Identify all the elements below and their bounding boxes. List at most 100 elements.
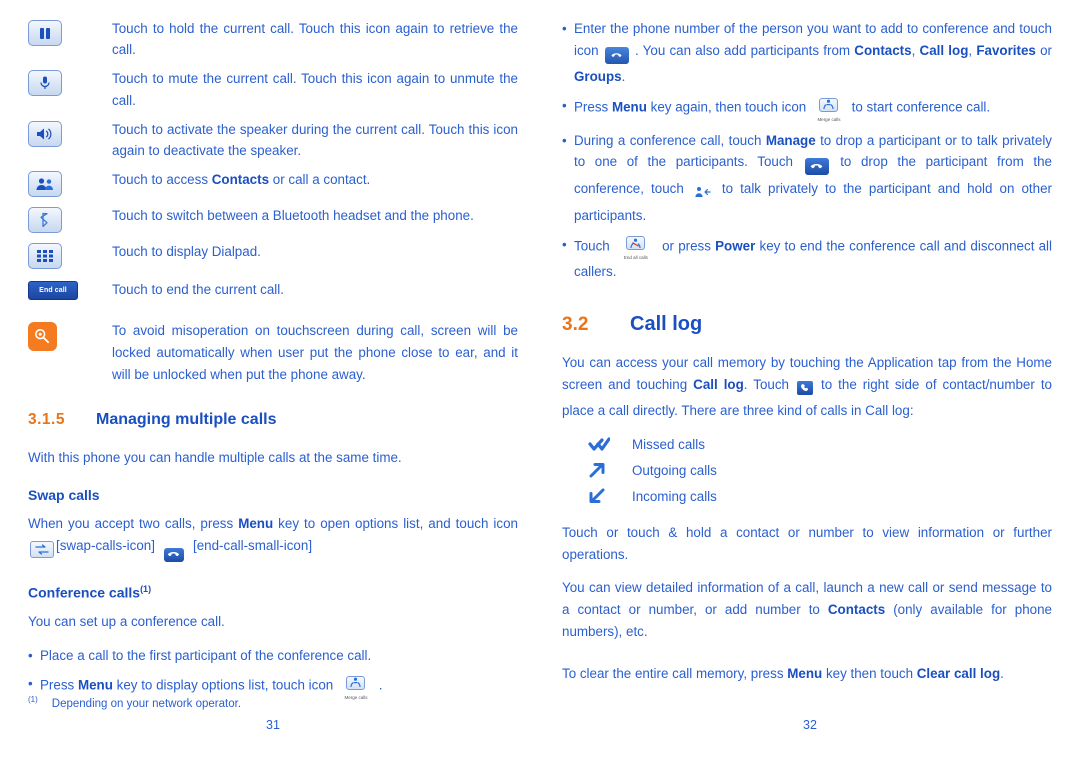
footnote-marker: (1) <box>140 584 152 595</box>
heading-3-1-5: 3.1.5 Managing multiple calls <box>28 411 518 429</box>
text-part-bold: Clear call log <box>916 665 1001 681</box>
icon-row: Touch to hold the current call. Touch th… <box>28 18 518 60</box>
text-part: key then touch <box>822 665 917 681</box>
icon-row-text: Touch to hold the current call. Touch th… <box>112 21 518 58</box>
icon-row: Touch to activate the speaker during the… <box>28 119 518 161</box>
text-part-bold: Contacts <box>211 172 270 188</box>
text-part: key again, then touch icon <box>646 99 810 115</box>
list-item: Press Menu key again, then touch icon Me… <box>562 95 1052 123</box>
legend-label: Outgoing calls <box>632 462 717 478</box>
text-part-bold: Call log <box>919 42 969 58</box>
text-part: , <box>911 42 920 58</box>
text-part-bold: Groups <box>574 69 622 85</box>
note-text: To avoid misoperation on touchscreen dur… <box>112 323 518 382</box>
icon-row: Touch to mute the current call. Touch th… <box>28 68 518 110</box>
conference-bullet-list: Place a call to the first participant of… <box>28 645 518 701</box>
contacts-icon <box>28 171 62 198</box>
heading-swap-calls: Swap calls <box>28 487 100 504</box>
text-part: . <box>621 69 626 85</box>
legend-row: Incoming calls <box>580 488 1052 504</box>
icon-row: End call Touch to end the current call. <box>28 279 518 301</box>
text-part: . Touch <box>743 376 795 392</box>
microphone-mute-icon <box>28 70 62 97</box>
bluetooth-icon <box>28 207 62 234</box>
text-part-bold: Menu <box>238 516 274 532</box>
end-call-small-icon <box>157 544 191 567</box>
icon-cell <box>28 18 112 46</box>
text-part: Touch <box>574 238 614 254</box>
heading-3-2: 3.2 Call log <box>562 313 1052 336</box>
end-call-button-label: End call <box>39 287 67 295</box>
manual-page: Touch to hold the current call. Touch th… <box>0 0 1080 767</box>
page-number-right: 32 <box>803 718 817 732</box>
icon-row-text: Touch to mute the current call. Touch th… <box>112 71 518 108</box>
icon-row-text: Touch to switch between a Bluetooth head… <box>112 208 474 224</box>
merge-calls-label: Merge calls <box>817 116 841 122</box>
text-part: [end-call-small-icon] <box>192 537 313 553</box>
call-type-legend: Missed calls Outgoing calls Incoming cal… <box>580 436 1052 504</box>
text-part: . You can also add participants from <box>630 42 855 58</box>
icon-cell <box>28 241 112 270</box>
text-part: [swap-calls-icon] <box>56 537 155 553</box>
icon-row-text: Touch to end the current call. <box>112 282 284 298</box>
icon-row-text: Touch to display Dialpad. <box>112 244 261 260</box>
footnote-marker: (1) <box>28 695 38 704</box>
dialpad-icon <box>28 243 62 270</box>
icon-cell <box>28 169 112 198</box>
legend-label: Incoming calls <box>632 488 717 504</box>
icon-row-text: Touch to activate the speaker during the… <box>112 121 518 158</box>
icon-row: Touch to switch between a Bluetooth head… <box>28 205 518 234</box>
text-part-bold: Favorites <box>976 42 1036 58</box>
text-part: Press <box>40 678 78 694</box>
text-part: Press <box>574 99 612 115</box>
swap-calls-icon <box>30 540 54 562</box>
end-call-button-icon: End call <box>28 281 78 301</box>
outgoing-call-icon <box>580 462 632 478</box>
icon-cell <box>28 320 112 352</box>
text-part: . <box>374 678 383 694</box>
legend-row: Missed calls <box>580 436 1052 452</box>
text-part-bold: Menu <box>77 678 113 694</box>
call-log-paragraph-3: You can view detailed information of a c… <box>562 577 1052 642</box>
heading-number: 3.2 <box>562 313 589 335</box>
call-icon <box>797 379 813 401</box>
missed-call-icon <box>580 436 632 452</box>
intro-paragraph: With this phone you can handle multiple … <box>28 450 402 466</box>
text-part: to start conference call. <box>847 99 991 115</box>
hangup-icon <box>804 156 829 178</box>
text-part: When you accept two calls, press <box>28 516 239 532</box>
footnote: (1) Depending on your network operator. <box>28 695 518 710</box>
text-part-bold: Manage <box>765 132 816 148</box>
heading-number: 3.1.5 <box>28 411 65 429</box>
speaker-icon <box>28 120 62 147</box>
private-talk-icon <box>693 183 713 205</box>
merge-calls-icon: Merge calls <box>812 95 846 123</box>
list-item: Enter the phone number of the person you… <box>562 18 1052 88</box>
add-call-icon <box>604 45 629 67</box>
text-part-bold: Call log <box>693 376 744 392</box>
footnote-text: Depending on your network operator. <box>51 697 242 710</box>
text-part: or press <box>657 238 716 254</box>
icon-cell <box>28 205 112 234</box>
conference-intro: You can set up a conference call. <box>28 614 225 630</box>
text-part-bold: Menu <box>787 665 823 681</box>
incoming-call-icon <box>580 488 632 504</box>
text-part-bold: Contacts <box>827 602 886 618</box>
text-part: or <box>1035 42 1052 58</box>
icon-cell <box>28 119 112 147</box>
heading-conference-calls-text: Conference calls <box>28 585 141 602</box>
text-part: or call a contact. <box>269 172 371 188</box>
icon-cell: End call <box>28 279 112 301</box>
note-block: To avoid misoperation on touchscreen dur… <box>28 320 518 385</box>
tip-bulb-icon <box>28 322 57 352</box>
text-part: . <box>1000 665 1004 681</box>
list-item: Place a call to the first participant of… <box>28 645 518 667</box>
text-part-bold: Contacts <box>854 42 912 58</box>
right-column: Enter the phone number of the person you… <box>562 18 1052 696</box>
call-log-paragraph-1: You can access your call memory by touch… <box>562 352 1052 422</box>
legend-row: Outgoing calls <box>580 462 1052 478</box>
text-part: During a conference call, touch <box>574 132 766 148</box>
text-part-bold: Power <box>715 238 756 254</box>
left-column: Touch to hold the current call. Touch th… <box>28 18 518 711</box>
text-part: Place a call to the first participant of… <box>40 647 372 663</box>
